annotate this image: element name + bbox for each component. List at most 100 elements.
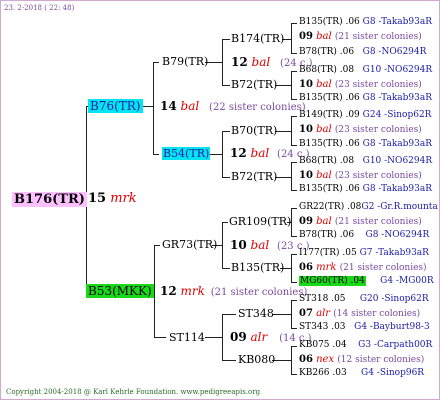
gen1-b53[interactable]: B53(MKK): [86, 284, 154, 298]
colony-tag: G7 -Takab93aR: [359, 248, 429, 258]
gen2-b54[interactable]: B54(TR): [162, 147, 211, 160]
gen4-row[interactable]: B135(TR) .06 G8 -Takab93aR: [299, 18, 432, 27]
gen4-line: 10 bal (23 sister colonies): [299, 125, 422, 135]
gen4-line: 10 bal (23 sister colonies): [299, 171, 422, 181]
root-queen[interactable]: B176(TR): [12, 192, 87, 207]
sister-count: (21 sister colonies): [334, 217, 422, 227]
colony-id: B78(TR) .06: [299, 47, 355, 57]
gen3-gr109[interactable]: GR109(TR): [229, 216, 291, 227]
gen4-row[interactable]: I177(TR) .05 G7 -Takab93aR: [299, 249, 429, 258]
connector: [222, 268, 230, 269]
connector: [291, 346, 292, 374]
colony-id: I177(TR) .05: [299, 248, 357, 258]
gen4-row[interactable]: B78(TR) .06 G8 -NO6294R: [299, 231, 429, 240]
colony-id: B149(TR) .09: [299, 110, 360, 120]
connector: [291, 116, 297, 117]
root-breeder: mrk: [110, 191, 137, 206]
sister-count: (21 sister colonies): [339, 263, 427, 273]
gen1-b76-line: 14 bal (22 sister colonies): [160, 100, 306, 113]
gen3-b70[interactable]: B70(TR): [231, 125, 277, 136]
gen3-b135[interactable]: B135(TR): [231, 262, 284, 273]
gen4-row[interactable]: KB266 .03 G4 -Sinop96R: [299, 369, 424, 378]
gen4-line: 06 nex (12 sister colonies): [299, 355, 424, 365]
colony-tag: G8 -Takab93aR: [362, 17, 432, 27]
connector: [291, 145, 297, 146]
colony-tag: G10 -NO6294R: [362, 65, 433, 75]
year: 12: [160, 284, 177, 298]
gen4-row[interactable]: B135(TR) .06 G8 -Takab93aR: [299, 140, 432, 149]
gen4-row[interactable]: B135(TR) .06 G8 -Takab93aR: [299, 94, 432, 103]
connector: [205, 337, 222, 338]
gen3-b72[interactable]: B72(TR): [231, 79, 277, 90]
gen4-row[interactable]: B135(TR) .06 G8 -Takab93aR: [299, 185, 432, 194]
gen2-gr73[interactable]: GR73(TR): [162, 239, 217, 250]
gen4-row[interactable]: B68(TR) .08 G10 -NO6294R: [299, 66, 432, 75]
gen4-row[interactable]: KB075 .04 G3 -Carpath00R: [299, 341, 432, 350]
gen2-st114[interactable]: ST114: [169, 332, 205, 343]
breeder: mrk: [180, 284, 205, 298]
year: 10: [299, 170, 313, 181]
gen1-b76[interactable]: B76(TR): [88, 99, 143, 113]
colony-tag: G8 -Takab93aR: [362, 139, 432, 149]
connector: [275, 177, 291, 178]
year: 10: [299, 124, 313, 135]
colony-id: MG60(TR) .04: [299, 276, 366, 286]
gen4-line: 10 bal (23 sister colonies): [299, 80, 422, 90]
gen3-b174[interactable]: B174(TR): [231, 33, 284, 44]
gen1-b53-line: 12 mrk (21 sister colonies): [160, 285, 307, 298]
connector: [222, 222, 228, 223]
root-year: 15: [88, 191, 107, 206]
gen3-b72b[interactable]: B72(TR): [231, 171, 277, 182]
breeder: nex: [316, 354, 335, 365]
year: 09: [299, 216, 313, 227]
colony-tag: G4 -MG00R: [380, 276, 434, 286]
year: 10: [230, 238, 247, 252]
connector: [291, 328, 297, 329]
gen4-line: 07 alr (14 sister colonies): [299, 309, 420, 319]
sister-count: (21 sister colonies): [334, 32, 422, 42]
gen4-row[interactable]: B149(TR) .09 G24 -Sinop62R: [299, 111, 431, 120]
breeder: alr: [250, 330, 268, 344]
connector: [291, 254, 297, 255]
breeder: bal: [250, 238, 270, 252]
gen3-st348[interactable]: ST348: [238, 308, 274, 319]
year: 09: [299, 31, 313, 42]
gen4-row[interactable]: ST318 .05 G20 -Sinop62R: [299, 295, 429, 304]
colony-id: ST343 .03: [299, 322, 346, 332]
sister-count: (14 sister colonies): [333, 309, 421, 319]
connector: [222, 39, 230, 40]
connector: [291, 282, 297, 283]
connector: [291, 162, 297, 163]
gen4-row[interactable]: GR22(TR) .08G2 -Gr.R.mounta: [299, 203, 438, 212]
connector: [291, 23, 297, 24]
sister-count: (23 sister colonies): [334, 80, 422, 90]
sister-count: (23 sister colonies): [334, 125, 422, 135]
colony-tag: G20 -Sinop62R: [359, 294, 429, 304]
colony-tag: G8 -NO6294R: [362, 47, 427, 57]
gen4-row[interactable]: B78(TR) .06 G8 -NO6294R: [299, 48, 426, 57]
breeder: alr: [316, 308, 331, 319]
gen2-b79[interactable]: B79(TR): [162, 56, 208, 67]
gen4-row[interactable]: MG60(TR) .04 G4 -MG00R: [299, 276, 434, 286]
colony-id: GR22(TR) .08: [299, 202, 362, 212]
breeder: bal: [180, 99, 200, 113]
breeder: bal: [250, 146, 270, 160]
gen3-kb080[interactable]: KB080: [238, 354, 275, 365]
colony-id: KB266 .03: [299, 368, 347, 378]
gen2-gr73-line: 10 bal (23 c.): [230, 239, 310, 252]
connector: [275, 131, 291, 132]
gen4-row[interactable]: ST343 .03 G4 -Bayburt98-3: [299, 323, 430, 332]
connector: [291, 300, 297, 301]
gen4-line: 09 bal (21 sister colonies): [299, 217, 422, 227]
breeder: bal: [316, 170, 332, 181]
gen4-row[interactable]: B68(TR) .08 G10 -NO6294R: [299, 157, 432, 166]
connector: [291, 208, 297, 209]
connector: [154, 245, 155, 337]
gen2-b54-line: 12 bal (24 c.): [230, 147, 310, 160]
connector: [291, 162, 292, 190]
colony-id: B68(TR) .08: [299, 65, 355, 75]
year: 12: [231, 55, 248, 69]
colony-id: B78(TR) .06: [299, 230, 355, 240]
colony-id: B135(TR) .06: [299, 93, 360, 103]
connector: [291, 346, 297, 347]
